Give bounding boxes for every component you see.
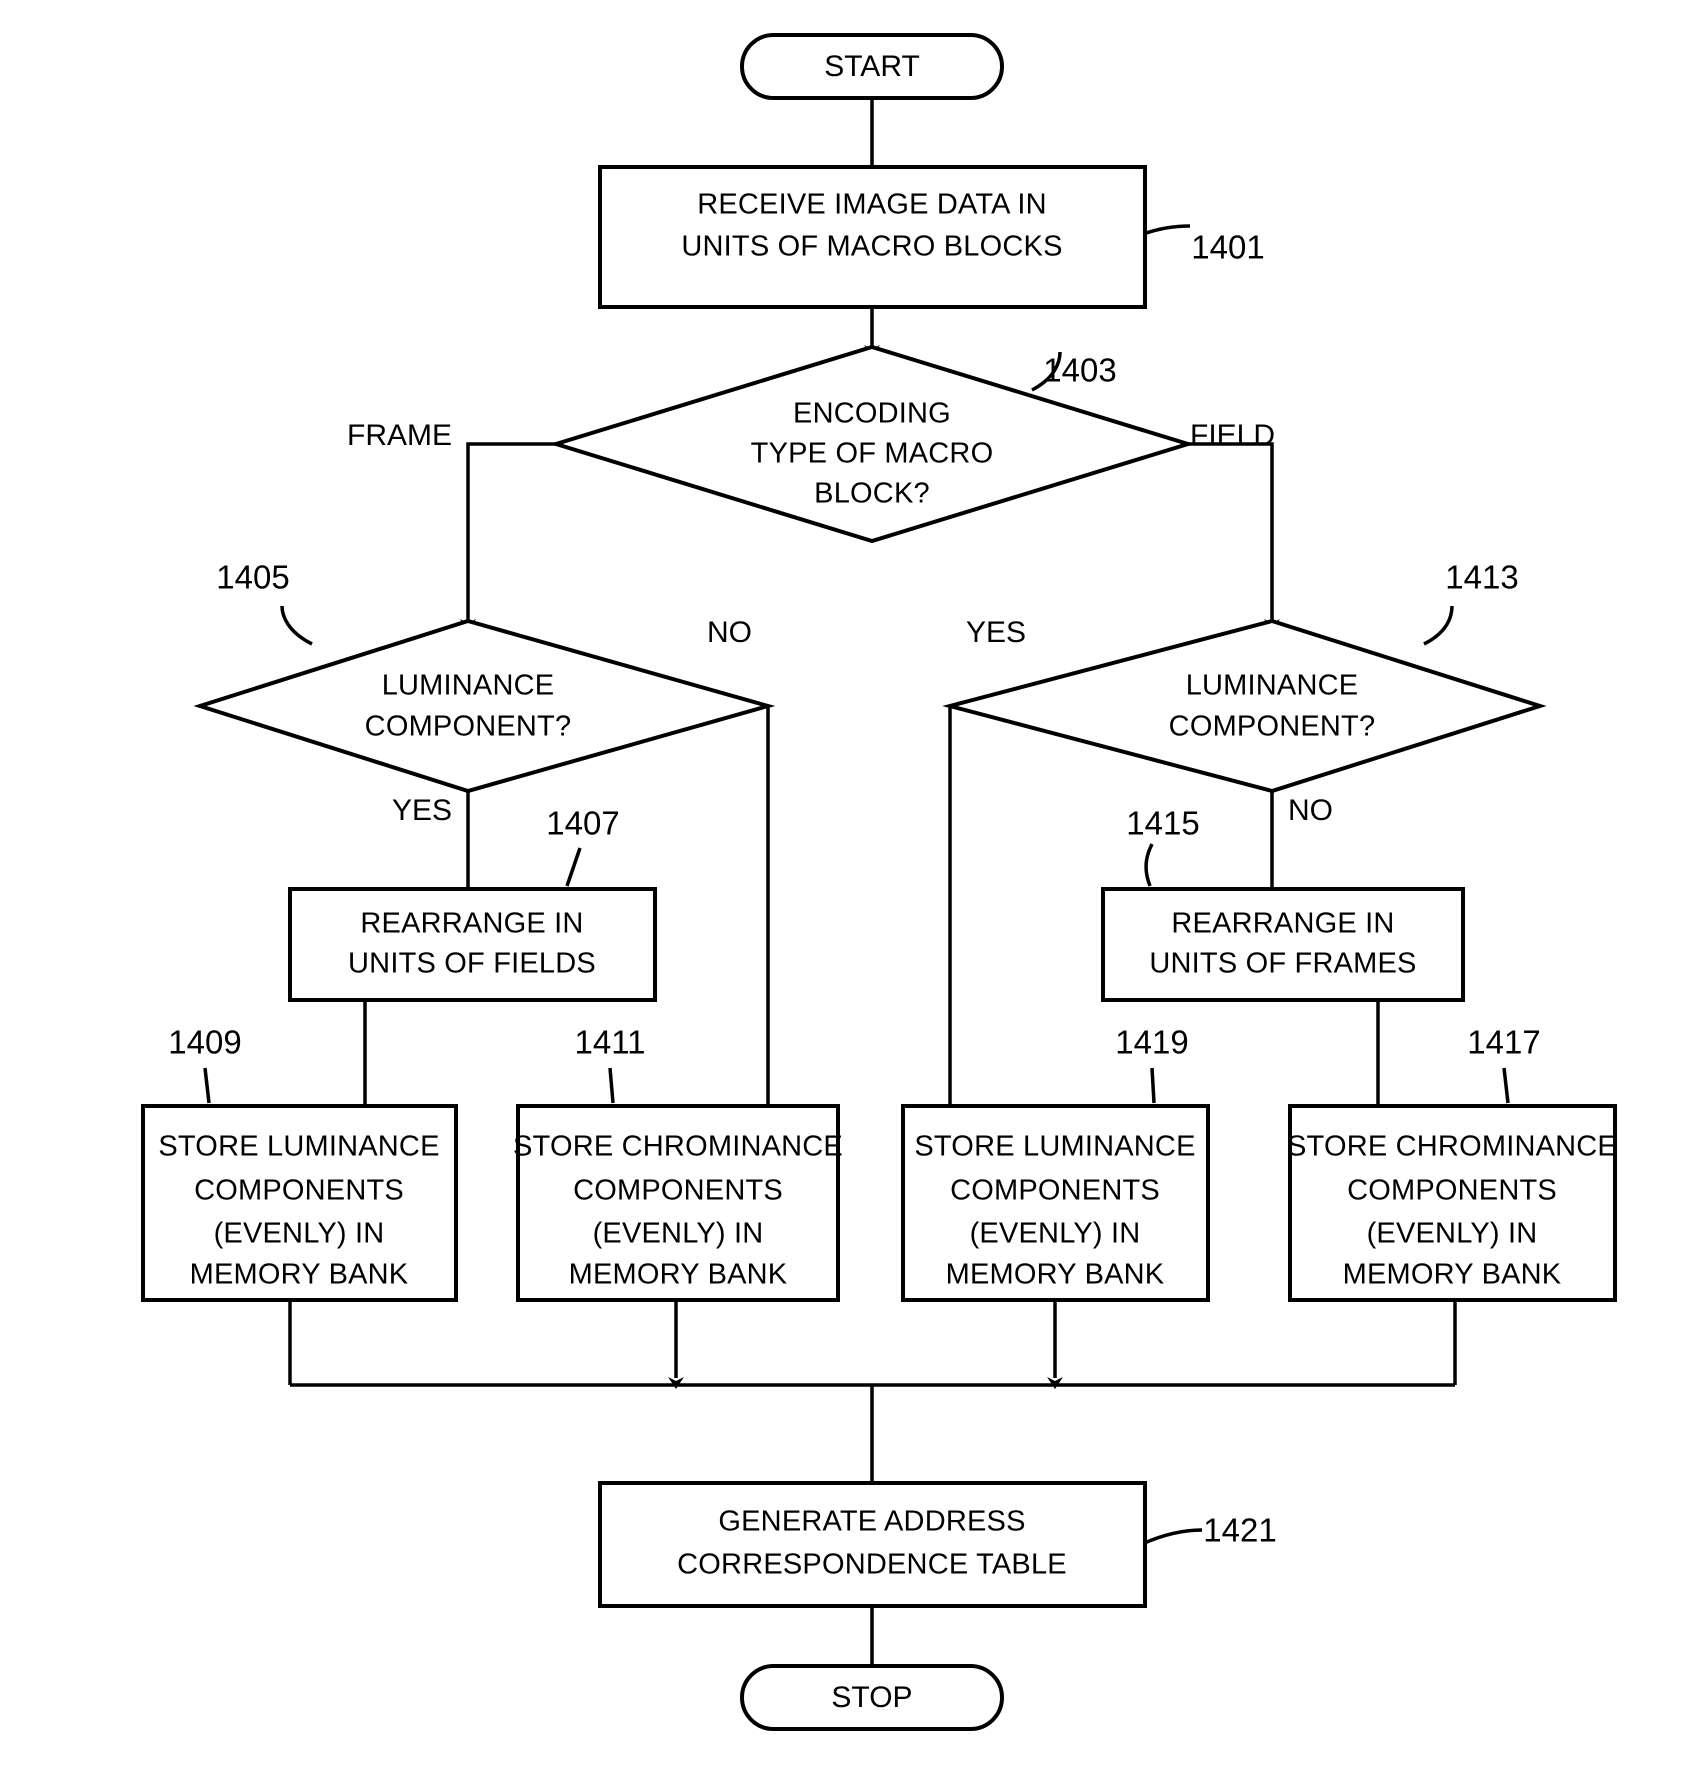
lum-right-line1: LUMINANCE bbox=[1186, 670, 1359, 702]
node-store-luminance-1409[interactable]: STORE LUMINANCE COMPONENTS (EVENLY) IN M… bbox=[141, 1104, 458, 1302]
ref-1415: 1415 bbox=[1126, 805, 1199, 842]
receive-line1: RECEIVE IMAGE DATA IN bbox=[697, 189, 1047, 221]
store-1417-line2: COMPONENTS bbox=[1347, 1175, 1557, 1207]
node-generate-address-table[interactable]: GENERATE ADDRESS CORRESPONDENCE TABLE bbox=[598, 1481, 1147, 1608]
node-start[interactable]: START bbox=[740, 33, 1004, 100]
leader-1417 bbox=[1502, 1067, 1510, 1104]
store-1411-line1: STORE CHROMINANCE bbox=[513, 1131, 843, 1163]
store-1411-line3: (EVENLY) IN bbox=[593, 1218, 764, 1250]
store-1419-line2: COMPONENTS bbox=[950, 1175, 1160, 1207]
encoding-line3: BLOCK? bbox=[814, 478, 930, 510]
edge-label-left-no: NO bbox=[707, 616, 752, 649]
leader-1419 bbox=[1150, 1067, 1156, 1104]
rearrange-frames-line1: REARRANGE IN bbox=[1171, 908, 1394, 940]
store-1419-line4: MEMORY BANK bbox=[946, 1259, 1165, 1291]
node-stop[interactable]: STOP bbox=[740, 1664, 1004, 1731]
edge-1403-frame-to-1405 bbox=[460, 442, 556, 631]
leader-1415 bbox=[1144, 843, 1154, 887]
lum-left-line1: LUMINANCE bbox=[382, 670, 555, 702]
store-1411-line4: MEMORY BANK bbox=[569, 1259, 788, 1291]
leader-1421 bbox=[1139, 1528, 1203, 1547]
node-rearrange-fields[interactable]: REARRANGE IN UNITS OF FIELDS bbox=[288, 887, 657, 1002]
store-1417-line1: STORE CHROMINANCE bbox=[1287, 1131, 1617, 1163]
store-1417-line4: MEMORY BANK bbox=[1343, 1259, 1562, 1291]
stop-label: STOP bbox=[831, 1681, 912, 1714]
generate-line2: CORRESPONDENCE TABLE bbox=[677, 1549, 1067, 1581]
ref-1405: 1405 bbox=[216, 559, 289, 596]
leader-1409 bbox=[203, 1067, 211, 1104]
lum-right-line2: COMPONENT? bbox=[1169, 711, 1376, 743]
store-1409-line2: COMPONENTS bbox=[194, 1175, 404, 1207]
node-luminance-right-decision[interactable]: LUMINANCE COMPONENT? bbox=[942, 618, 1547, 794]
node-receive-image-data[interactable]: RECEIVE IMAGE DATA IN UNITS OF MACRO BLO… bbox=[598, 165, 1147, 309]
generate-line1: GENERATE ADDRESS bbox=[718, 1506, 1025, 1538]
store-1409-line4: MEMORY BANK bbox=[190, 1259, 409, 1291]
edge-label-frame: FRAME bbox=[347, 419, 452, 452]
edge-label-field: FIELD bbox=[1190, 419, 1275, 452]
store-1419-line3: (EVENLY) IN bbox=[970, 1218, 1141, 1250]
edge-label-left-yes: YES bbox=[392, 794, 452, 827]
encoding-line2: TYPE OF MACRO bbox=[751, 438, 994, 470]
node-store-luminance-1419[interactable]: STORE LUMINANCE COMPONENTS (EVENLY) IN M… bbox=[901, 1104, 1210, 1302]
store-1419-line1: STORE LUMINANCE bbox=[914, 1131, 1195, 1163]
rearrange-frames-line2: UNITS OF FRAMES bbox=[1149, 948, 1416, 980]
store-1411-line2: COMPONENTS bbox=[573, 1175, 783, 1207]
edge-1403-field-to-1413 bbox=[1188, 442, 1280, 631]
flowchart-canvas: START RECEIVE IMAGE DATA IN UNITS OF MAC… bbox=[0, 0, 1692, 1776]
store-1409-line1: STORE LUMINANCE bbox=[158, 1131, 439, 1163]
edge-label-right-no: NO bbox=[1288, 794, 1333, 827]
encoding-line1: ENCODING bbox=[793, 398, 951, 430]
ref-1413: 1413 bbox=[1445, 559, 1518, 596]
receive-line2: UNITS OF MACRO BLOCKS bbox=[681, 231, 1062, 263]
ref-1421: 1421 bbox=[1203, 1512, 1276, 1549]
leader-1405 bbox=[280, 605, 313, 646]
lum-left-line2: COMPONENT? bbox=[365, 711, 572, 743]
node-store-chrominance-1417[interactable]: STORE CHROMINANCE COMPONENTS (EVENLY) IN… bbox=[1287, 1104, 1617, 1302]
ref-1401: 1401 bbox=[1191, 229, 1264, 266]
start-label: START bbox=[824, 50, 920, 83]
node-store-chrominance-1411[interactable]: STORE CHROMINANCE COMPONENTS (EVENLY) IN… bbox=[513, 1104, 843, 1302]
edge-label-right-yes: YES bbox=[966, 616, 1026, 649]
leader-1413 bbox=[1423, 605, 1454, 646]
store-1409-line3: (EVENLY) IN bbox=[214, 1218, 385, 1250]
rearrange-fields-line2: UNITS OF FIELDS bbox=[348, 948, 596, 980]
ref-1419: 1419 bbox=[1115, 1024, 1188, 1061]
rearrange-fields-line1: REARRANGE IN bbox=[360, 908, 583, 940]
node-rearrange-frames[interactable]: REARRANGE IN UNITS OF FRAMES bbox=[1101, 887, 1465, 1002]
ref-1409: 1409 bbox=[168, 1024, 241, 1061]
leader-1407 bbox=[565, 847, 582, 887]
ref-1417: 1417 bbox=[1467, 1024, 1540, 1061]
ref-1403: 1403 bbox=[1043, 352, 1116, 389]
flowchart-svg: START RECEIVE IMAGE DATA IN UNITS OF MAC… bbox=[141, 33, 1617, 1731]
edge-stores-merge-bus bbox=[288, 1300, 1457, 1493]
ref-1407: 1407 bbox=[546, 805, 619, 842]
ref-1411: 1411 bbox=[575, 1024, 646, 1061]
leader-1411 bbox=[608, 1067, 615, 1104]
node-luminance-left-decision[interactable]: LUMINANCE COMPONENT? bbox=[193, 618, 776, 794]
store-1417-line3: (EVENLY) IN bbox=[1367, 1218, 1538, 1250]
